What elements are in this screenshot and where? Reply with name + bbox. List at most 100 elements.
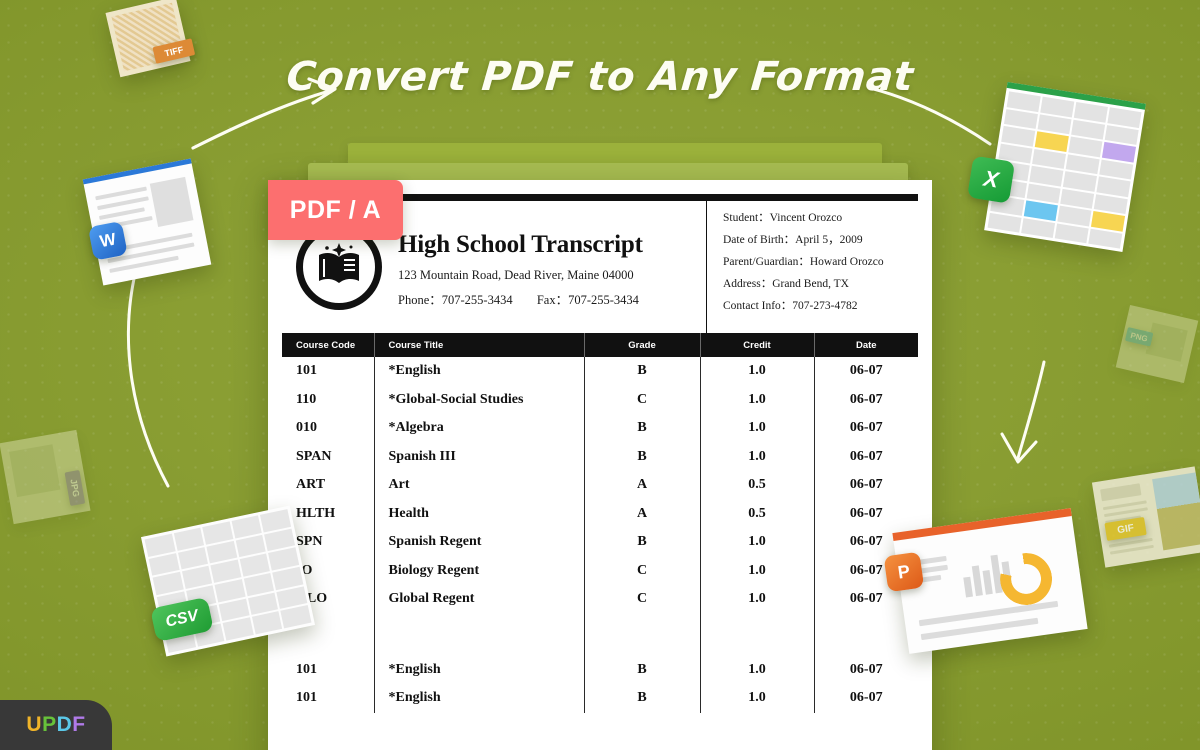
cell-course-title: *English xyxy=(373,684,584,713)
cell-date: 06-07 xyxy=(813,655,918,684)
student-info-line: Student：Vincent Orozco xyxy=(723,212,843,224)
cell-grade: B xyxy=(583,655,700,684)
school-fax: Fax：707-255-3434 xyxy=(536,292,639,307)
transcript-document[interactable]: High School Transcript 123 Mountain Road… xyxy=(268,180,932,750)
school-contact: Phone：707-255-3434 Fax：707-255-3434 xyxy=(398,289,643,308)
table-header-row: Course Code Course Title Grade Credit Da… xyxy=(282,333,918,357)
cell-credit: 1.0 xyxy=(699,442,814,471)
cell-empty xyxy=(373,613,584,656)
table-body: 101 *English B 1.0 06-07 110 *Global-Social St… xyxy=(282,357,918,713)
student-info-line: Date of Birth：April 5，2009 xyxy=(723,234,863,246)
cell-grade: B xyxy=(583,442,700,471)
cell-grade: C xyxy=(583,556,700,585)
cell-credit: 1.0 xyxy=(699,528,814,557)
logo-letter-p: P xyxy=(42,713,57,736)
cell-course-code: ART xyxy=(296,477,326,493)
word-badge: W xyxy=(87,220,128,261)
table-row: SPAN Spanish III B 1.0 06-07 xyxy=(282,442,918,471)
table-row: 010 *Algebra B 1.0 06-07 xyxy=(282,414,918,443)
cell-grade: A xyxy=(583,499,700,528)
student-info-line: Contact Info：707-273-4782 xyxy=(723,300,858,312)
table-row: 101 *English B 1.0 06-07 xyxy=(282,684,918,713)
excel-badge: X xyxy=(967,155,1016,204)
cell-course-code: SPAN xyxy=(296,448,332,464)
cell-course-title: *English xyxy=(373,357,584,386)
student-info-line: Address：Grand Bend, TX xyxy=(723,278,849,290)
cell-course-code: HLTH xyxy=(296,505,336,521)
cell-empty xyxy=(583,613,700,656)
cell-course-title: Global Regent xyxy=(373,585,584,614)
cell-credit: 1.0 xyxy=(699,385,814,414)
table-row: ART Art A 0.5 06-07 xyxy=(282,471,918,500)
logo-letter-u: U xyxy=(26,713,43,736)
table-row: HLTH Health A 0.5 06-07 xyxy=(282,499,918,528)
table-row: 110 *Global-Social Studies C 1.0 06-07 xyxy=(282,385,918,414)
cell-course-title: *Algebra xyxy=(373,414,584,443)
jpg-image-icon[interactable]: JPG xyxy=(0,429,91,525)
cell-credit: 1.0 xyxy=(699,655,814,684)
cell-date: 06-07 xyxy=(813,499,918,528)
gif-image-icon[interactable]: GIF xyxy=(1091,466,1200,568)
cell-credit: 1.0 xyxy=(699,357,814,386)
cell-credit: 1.0 xyxy=(699,684,814,713)
cell-course-title: *Global-Social Studies xyxy=(373,385,584,414)
powerpoint-badge: P xyxy=(883,551,925,593)
cell-empty xyxy=(699,613,814,656)
logo-letter-f: F xyxy=(72,713,86,736)
word-file-icon[interactable]: W xyxy=(82,158,212,286)
school-phone: Phone：707-255-3434 xyxy=(398,292,513,307)
column-header-grade: Grade xyxy=(583,333,700,357)
table-row: GLO Global Regent C 1.0 06-07 xyxy=(282,585,918,614)
table-row: 101 *English B 1.0 06-07 xyxy=(282,357,918,386)
cell-date: 06-07 xyxy=(813,414,918,443)
cell-course-title: Art xyxy=(373,471,584,500)
cell-date: 06-07 xyxy=(813,471,918,500)
table-row-spacer xyxy=(282,613,918,656)
cell-credit: 1.0 xyxy=(699,556,814,585)
column-header-course-title: Course Title xyxy=(373,333,584,357)
cell-date: 06-07 xyxy=(813,385,918,414)
course-table: Course Code Course Title Grade Credit Da… xyxy=(282,333,918,713)
cell-course-code: 101 xyxy=(296,690,317,706)
column-header-course-code: Course Code xyxy=(282,333,374,357)
cell-course-title: Health xyxy=(373,499,584,528)
cell-date: 06-07 xyxy=(813,357,918,386)
cell-course-code: 101 xyxy=(296,661,317,677)
cell-grade: C xyxy=(583,585,700,614)
cell-grade: A xyxy=(583,471,700,500)
cell-grade: C xyxy=(583,385,700,414)
cell-grade: B xyxy=(583,684,700,713)
table-row: SPN Spanish Regent B 1.0 06-07 xyxy=(282,528,918,557)
cell-course-title: Biology Regent xyxy=(373,556,584,585)
cell-credit: 0.5 xyxy=(699,499,814,528)
cell-course-title: Spanish III xyxy=(373,442,584,471)
cell-grade: B xyxy=(583,357,700,386)
updf-logo: U P D F xyxy=(0,700,112,750)
donut-chart-icon xyxy=(996,549,1056,609)
cell-date: 06-07 xyxy=(813,442,918,471)
logo-letter-d: D xyxy=(56,713,73,736)
table-row: 101 *English B 1.0 06-07 xyxy=(282,655,918,684)
cell-course-title: Spanish Regent xyxy=(373,528,584,557)
cell-course-title: *English xyxy=(373,655,584,684)
column-header-date: Date xyxy=(813,333,918,357)
excel-file-icon[interactable]: X xyxy=(967,81,1146,253)
cell-grade: B xyxy=(583,528,700,557)
pdfa-badge: PDF / A xyxy=(268,180,403,240)
table-row: IO Biology Regent C 1.0 06-07 xyxy=(282,556,918,585)
column-header-credit: Credit xyxy=(699,333,814,357)
student-info-panel: Student：Vincent Orozco Date of Birth：Apr… xyxy=(706,201,918,333)
cell-credit: 1.0 xyxy=(699,414,814,443)
cell-credit: 0.5 xyxy=(699,471,814,500)
cell-date: 06-07 xyxy=(813,684,918,713)
cell-course-code: 110 xyxy=(296,391,317,407)
school-address: 123 Mountain Road, Dead River, Maine 040… xyxy=(398,267,634,282)
cell-empty xyxy=(813,613,918,656)
cell-course-code: 010 xyxy=(296,420,317,436)
cell-grade: B xyxy=(583,414,700,443)
cell-course-code: 101 xyxy=(296,363,317,379)
cell-credit: 1.0 xyxy=(699,585,814,614)
page-title: High School Transcript xyxy=(398,230,643,258)
powerpoint-file-icon[interactable]: P xyxy=(883,508,1088,654)
student-info-line: Parent/Guardian：Howard Orozco xyxy=(723,256,884,268)
